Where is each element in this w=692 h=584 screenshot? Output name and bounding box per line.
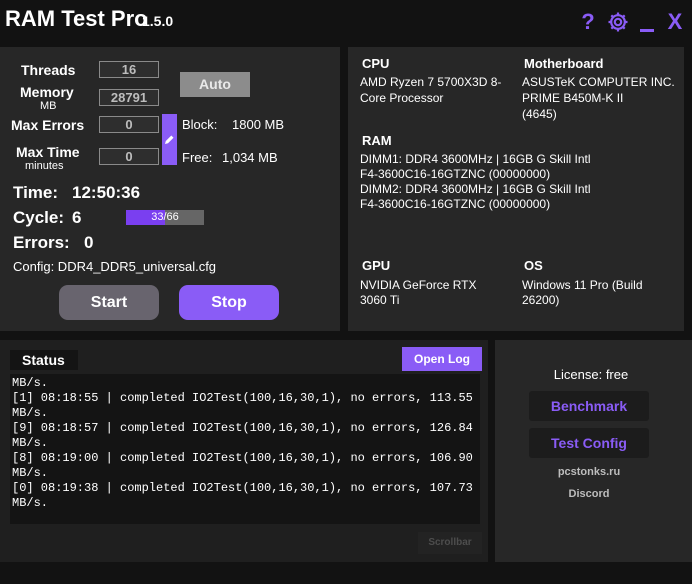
ram-title: RAM [362,133,392,148]
benchmark-button[interactable]: Benchmark [529,391,649,421]
os-line-2: 26200) [522,293,560,307]
errors-label: Errors: [13,233,70,252]
open-log-button[interactable]: Open Log [402,347,482,371]
log-line: MB/s. [12,466,49,480]
motherboard-line-3: (4645) [522,107,557,121]
ram-line-4: F4-3600C16-16GTZNC (00000000) [360,197,551,211]
log-line: MB/s. [12,496,49,510]
memory-input[interactable]: 28791 [99,89,159,106]
os-line-1: Windows 11 Pro (Build [522,278,643,292]
test-config-button[interactable]: Test Config [529,428,649,458]
max-time-label: Max Time [16,144,80,160]
scrollbar[interactable]: Scrollbar [418,532,482,554]
stop-button[interactable]: Stop [179,285,279,320]
motherboard-title: Motherboard [524,56,604,71]
cycle-progress-bar: 33/66 [126,210,204,225]
free-value: 1,034 MB [222,150,278,165]
ram-line-2: F4-3600C16-16GTZNC (00000000) [360,167,551,181]
start-button[interactable]: Start [59,285,159,320]
cycle-value: 6 [72,208,82,227]
max-errors-label: Max Errors [11,117,85,133]
config-text: Config: DDR4_DDR5_universal.cfg [13,259,217,274]
cpu-line-2: Core Processor [360,91,444,105]
os-title: OS [524,258,543,273]
title-bar: RAM Test Pro 1.5.0 ? X [0,0,692,44]
edit-button[interactable] [162,114,177,165]
max-time-input[interactable]: 0 [99,148,159,165]
memory-label: Memory [20,84,74,100]
ram-line-3: DIMM2: DDR4 3600MHz | 16GB G Skill Intl [360,182,591,196]
gpu-title: GPU [362,258,391,273]
auto-button[interactable]: Auto [180,72,250,97]
pencil-icon [165,135,174,144]
help-icon[interactable]: ? [578,8,598,36]
cycle-label: Cycle: [13,208,65,227]
log-line: [0] 08:19:38 | completed IO2Test(100,16,… [12,481,473,495]
motherboard-line-1: ASUSTeK COMPUTER INC. [522,75,675,89]
log-line: MB/s. [12,436,49,450]
block-label: Block: [182,117,218,132]
minimize-icon[interactable] [638,8,656,36]
max-time-unit: minutes [25,160,64,172]
gpu-line-2: 3060 Ti [360,293,400,307]
license-text: License: free [553,367,629,382]
close-icon[interactable]: X [664,8,686,36]
time-label: Time: [13,183,59,202]
app-version: 1.5.0 [142,13,174,29]
app-title: RAM Test Pro [5,6,148,31]
max-errors-input[interactable]: 0 [99,116,159,133]
gpu-line-1: NVIDIA GeForce RTX [360,278,477,292]
discord-link[interactable]: Discord [529,488,649,500]
threads-label: Threads [21,62,76,78]
log-line: MB/s. [12,376,49,390]
progress-text: 33/66 [151,211,179,223]
log-line: MB/s. [12,406,49,420]
status-tab[interactable]: Status [10,350,78,370]
log-line: [9] 08:18:57 | completed IO2Test(100,16,… [12,421,473,435]
gear-icon[interactable] [605,8,631,36]
block-value: 1800 MB [232,117,285,132]
motherboard-line-2: PRIME B450M-K II [522,91,624,105]
website-link[interactable]: pcstonks.ru [529,466,649,478]
errors-value: 0 [84,233,94,252]
ram-line-1: DIMM1: DDR4 3600MHz | 16GB G Skill Intl [360,152,591,166]
time-value: 12:50:36 [72,183,141,202]
cpu-title: CPU [362,56,390,71]
free-label: Free: [182,150,213,165]
log-line: [8] 08:19:00 | completed IO2Test(100,16,… [12,451,473,465]
memory-unit: MB [40,100,57,112]
threads-input[interactable]: 16 [99,61,159,78]
log-line: [1] 08:18:55 | completed IO2Test(100,16,… [12,391,473,405]
status-log: MB/s. [1] 08:18:55 | completed IO2Test(1… [12,376,473,511]
cpu-line-1: AMD Ryzen 7 5700X3D 8- [360,75,502,89]
